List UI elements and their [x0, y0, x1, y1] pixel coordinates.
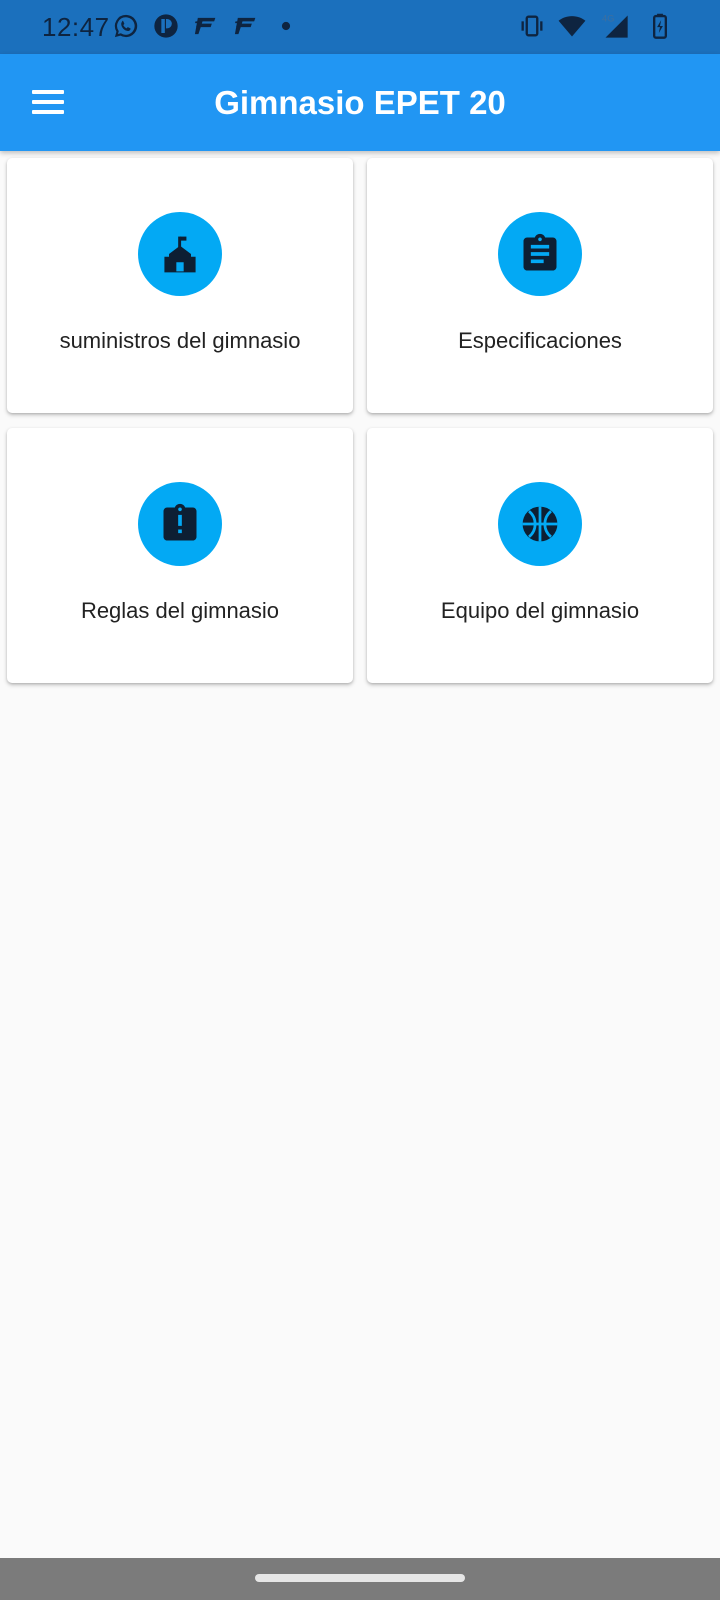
whatsapp-icon	[114, 14, 138, 38]
card-gym-equipment[interactable]: Equipo del gimnasio	[367, 428, 713, 683]
basketball-icon	[522, 506, 558, 542]
assignment-icon	[523, 233, 557, 271]
card-specifications[interactable]: Especificaciones	[367, 158, 713, 413]
page-title: Gimnasio EPET 20	[214, 84, 506, 121]
status-bar: 12:47 4G	[0, 0, 720, 54]
icon-circle	[138, 482, 222, 566]
app-notification-icon	[154, 14, 178, 38]
f-app-icon	[234, 17, 256, 35]
card-gym-rules[interactable]: Reglas del gimnasio	[7, 428, 353, 683]
wifi-icon	[558, 16, 586, 37]
home-gesture-handle[interactable]	[255, 1574, 465, 1582]
dot-icon	[281, 21, 291, 31]
icon-circle	[138, 212, 222, 296]
app-bar: Gimnasio EPET 20	[0, 54, 720, 151]
vibrate-icon	[521, 15, 543, 37]
status-system-icons: 4G	[518, 12, 674, 40]
status-time: 12:47	[42, 12, 110, 42]
icon-circle	[498, 482, 582, 566]
f-app-icon	[194, 17, 216, 35]
icon-circle	[498, 212, 582, 296]
card-label: suministros del gimnasio	[59, 328, 301, 353]
alert-clipboard-icon	[163, 503, 197, 541]
card-label: Reglas del gimnasio	[80, 598, 280, 623]
status-notification-icons	[112, 12, 300, 40]
battery-icon	[653, 13, 667, 39]
4g-signal-icon: 4G	[602, 13, 628, 38]
school-icon	[164, 236, 196, 273]
network-label: 4G	[602, 13, 614, 23]
card-gym-supplies[interactable]: suministros del gimnasio	[7, 158, 353, 413]
card-label: Equipo del gimnasio	[440, 598, 640, 623]
card-label: Especificaciones	[458, 328, 622, 353]
system-nav-bar	[0, 1558, 720, 1600]
